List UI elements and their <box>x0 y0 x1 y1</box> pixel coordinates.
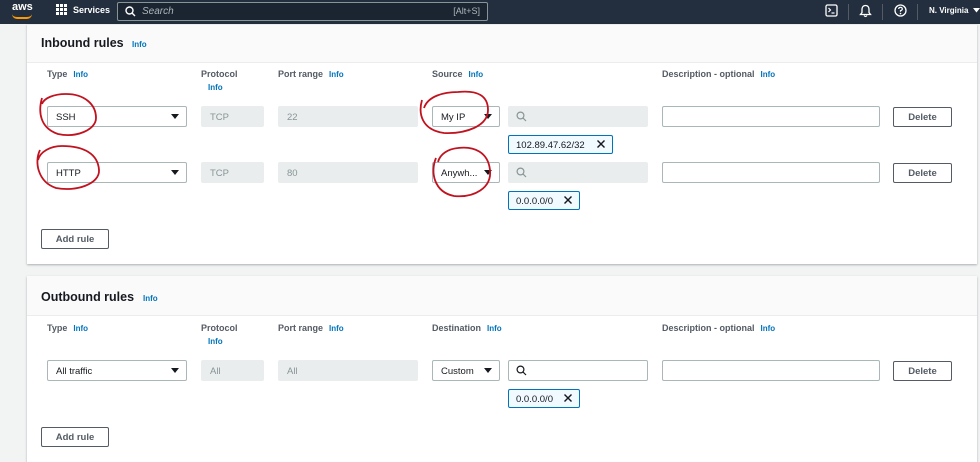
search-icon <box>516 167 527 178</box>
source-select-value: Anywh... <box>441 168 478 179</box>
column-header-destination: Destination Info <box>432 323 502 333</box>
source-info-link[interactable]: Info <box>469 70 484 79</box>
column-header-type: Type Info <box>47 69 89 79</box>
inbound-rules-title: Inbound rules <box>41 36 124 50</box>
outbound-rules-title: Outbound rules <box>41 290 135 304</box>
caret-down-icon <box>171 170 179 175</box>
aws-logo-smile <box>12 14 32 19</box>
aws-logo[interactable]: aws <box>12 2 33 13</box>
close-icon[interactable] <box>563 393 573 403</box>
help-icon[interactable] <box>894 4 907 17</box>
type-info-link[interactable]: Info <box>73 70 88 79</box>
protocol-info-link[interactable]: Info <box>208 337 223 346</box>
close-icon[interactable] <box>563 195 573 205</box>
global-search-box[interactable]: [Alt+S] <box>117 2 488 21</box>
delete-rule-button[interactable]: Delete <box>893 163 952 183</box>
grid-icon <box>56 4 67 15</box>
port-range-field: 22 <box>278 106 418 127</box>
search-icon <box>516 365 527 376</box>
caret-down-icon <box>484 114 492 119</box>
destination-select[interactable]: Custom <box>432 360 500 381</box>
type-select[interactable]: SSH <box>47 106 187 127</box>
services-menu-button[interactable]: Services <box>56 4 110 15</box>
source-select[interactable]: Anywh... <box>432 162 500 183</box>
services-label: Services <box>73 4 111 15</box>
description-input[interactable] <box>662 360 880 381</box>
cidr-token: 102.89.47.62/32 <box>508 135 613 154</box>
nav-divider <box>917 4 918 20</box>
cidr-token-label: 0.0.0.0/0 <box>516 394 553 405</box>
cloudshell-icon[interactable] <box>825 4 838 17</box>
column-header-protocol: Protocol <box>201 69 238 79</box>
bell-icon[interactable] <box>859 4 872 18</box>
cidr-search-input <box>508 162 648 183</box>
top-navigation-bar: aws Services [Alt+S] N. Virginia <box>0 0 980 24</box>
cidr-search-input <box>508 106 648 127</box>
global-search-input[interactable] <box>142 5 442 18</box>
caret-down-icon <box>171 114 179 119</box>
cidr-search-input[interactable] <box>508 360 648 381</box>
type-info-link[interactable]: Info <box>73 324 88 333</box>
cidr-token-label: 102.89.47.62/32 <box>516 140 585 151</box>
chevron-down-icon <box>972 8 980 13</box>
port-range-info-link[interactable]: Info <box>329 324 344 333</box>
outbound-rules-info-link[interactable]: Info <box>143 294 158 303</box>
cidr-token-label: 0.0.0.0/0 <box>516 196 553 207</box>
destination-select-value: Custom <box>441 366 474 377</box>
close-icon[interactable] <box>596 139 606 149</box>
cidr-token: 0.0.0.0/0 <box>508 191 580 210</box>
source-select-value: My IP <box>441 112 466 123</box>
region-selector[interactable]: N. Virginia <box>929 6 980 15</box>
column-header-port-range: Port range Info <box>278 323 344 333</box>
add-rule-button[interactable]: Add rule <box>41 427 109 447</box>
inbound-rules-header: Inbound rules Info <box>27 25 977 63</box>
column-header-type: Type Info <box>47 323 89 333</box>
search-icon <box>125 6 136 17</box>
delete-rule-button[interactable]: Delete <box>893 107 952 127</box>
destination-info-link[interactable]: Info <box>487 324 502 333</box>
column-header-protocol: Protocol <box>201 323 238 333</box>
type-select[interactable]: All traffic <box>47 360 187 381</box>
port-range-field: All <box>278 360 418 381</box>
description-info-link[interactable]: Info <box>761 324 776 333</box>
type-select-value: HTTP <box>56 168 81 179</box>
delete-rule-button[interactable]: Delete <box>893 361 952 381</box>
type-select-value: SSH <box>56 112 76 123</box>
caret-down-icon <box>484 368 492 373</box>
port-range-info-link[interactable]: Info <box>329 70 344 79</box>
column-header-description: Description - optional Info <box>662 323 776 333</box>
description-info-link[interactable]: Info <box>761 70 776 79</box>
outbound-rules-panel: Outbound rules Info Type Info Protocol In… <box>27 276 977 462</box>
description-input[interactable] <box>662 162 880 183</box>
type-select[interactable]: HTTP <box>47 162 187 183</box>
port-range-field: 80 <box>278 162 418 183</box>
inbound-rules-info-link[interactable]: Info <box>132 40 147 49</box>
protocol-info-link[interactable]: Info <box>208 83 223 92</box>
protocol-field: All <box>201 360 264 381</box>
column-header-description: Description - optional Info <box>662 69 776 79</box>
inbound-rules-panel: Inbound rules Info Type Info Protocol Inf… <box>27 24 977 264</box>
type-select-value: All traffic <box>56 366 93 377</box>
nav-divider <box>882 4 883 20</box>
protocol-field: TCP <box>201 162 264 183</box>
outbound-rules-header: Outbound rules Info <box>27 276 977 316</box>
caret-down-icon <box>171 368 179 373</box>
region-label: N. Virginia <box>929 6 969 15</box>
protocol-field: TCP <box>201 106 264 127</box>
search-shortcut-hint: [Alt+S] <box>453 6 480 16</box>
add-rule-button[interactable]: Add rule <box>41 229 109 249</box>
caret-down-icon <box>484 170 492 175</box>
source-select[interactable]: My IP <box>432 106 500 127</box>
cidr-token: 0.0.0.0/0 <box>508 389 580 408</box>
column-header-source: Source Info <box>432 69 484 79</box>
column-header-port-range: Port range Info <box>278 69 344 79</box>
search-icon <box>516 111 527 122</box>
nav-divider <box>848 4 849 20</box>
description-input[interactable] <box>662 106 880 127</box>
